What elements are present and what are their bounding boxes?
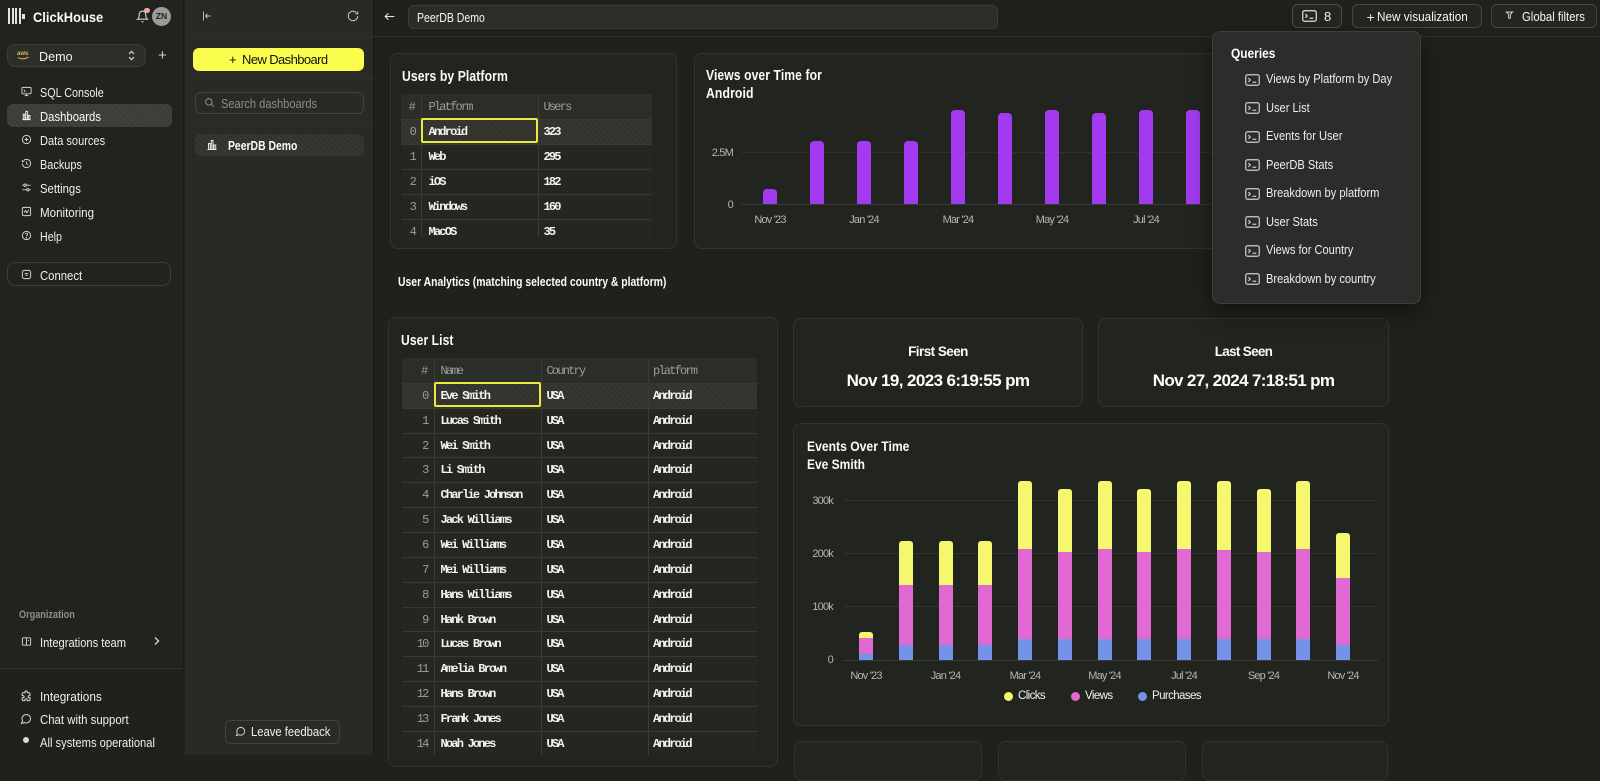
svg-text:aws: aws [17,51,29,57]
